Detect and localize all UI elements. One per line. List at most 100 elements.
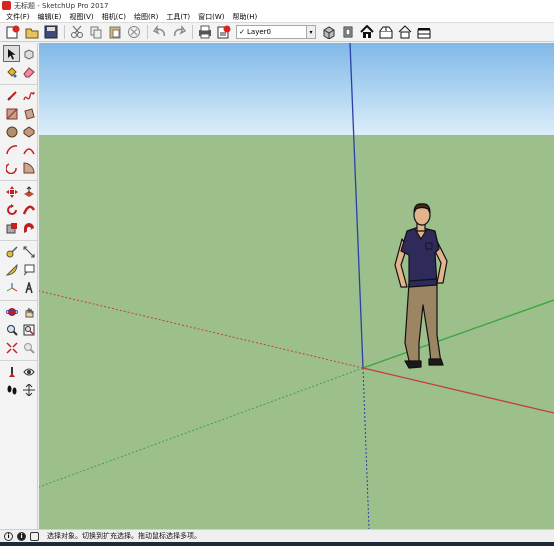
move-tool-button[interactable]: [3, 183, 20, 200]
menu-window[interactable]: 窗口(W): [194, 12, 228, 22]
scale-icon: [6, 222, 17, 233]
menu-tools[interactable]: 工具(T): [162, 12, 194, 22]
push-pull-button[interactable]: [20, 183, 37, 200]
rotated-rectangle-button[interactable]: [20, 105, 37, 122]
menu-help[interactable]: 帮助(H): [228, 12, 261, 22]
menu-edit[interactable]: 编辑(E): [34, 12, 66, 22]
ground-plane: [39, 135, 554, 529]
top-view-button[interactable]: [339, 24, 357, 41]
layer-name: Layer0: [247, 28, 271, 36]
two-point-arc-button[interactable]: [20, 141, 37, 158]
paste-button[interactable]: [106, 24, 124, 41]
orbit-tool-button[interactable]: [3, 303, 20, 320]
menu-camera[interactable]: 相机(C): [98, 12, 130, 22]
three-point-arc-button[interactable]: [3, 159, 20, 176]
eye-icon: [22, 368, 35, 375]
help-icon[interactable]: [30, 531, 39, 541]
folder-icon: [25, 28, 39, 39]
3d-text-icon: [24, 281, 33, 293]
arc-icon: [5, 144, 17, 154]
model-viewport[interactable]: [39, 43, 554, 529]
house-left-icon: [417, 28, 431, 39]
save-button[interactable]: [42, 24, 60, 41]
axes-tool-button[interactable]: [3, 279, 20, 296]
look-around-button[interactable]: [20, 363, 37, 380]
arc-tool-button[interactable]: [3, 141, 20, 158]
layer-dropdown[interactable]: ✓ Layer0 ▾: [236, 25, 316, 39]
back-view-button[interactable]: [396, 24, 414, 41]
scale-tool-button[interactable]: [3, 219, 20, 236]
info-icon[interactable]: i: [4, 531, 13, 541]
3d-text-button[interactable]: [20, 279, 37, 296]
three-point-arc-icon: [5, 162, 17, 174]
title-bar: 无标题 - SketchUp Pro 2017: [0, 0, 554, 11]
model-info-icon: [217, 25, 231, 39]
left-toolbar: [0, 43, 38, 529]
dimension-tool-button[interactable]: [20, 243, 37, 260]
rotated-rectangle-icon: [23, 107, 35, 120]
rotate-tool-button[interactable]: [3, 201, 20, 218]
position-camera-button[interactable]: [3, 363, 20, 380]
paste-icon: [109, 26, 121, 39]
status-bar: i i 选择对象。切换到扩充选择。拖动鼠标选择多项。: [0, 529, 554, 542]
save-icon: [44, 25, 58, 39]
print-button[interactable]: [196, 24, 214, 41]
main-toolbar: ✓ Layer0 ▾: [0, 22, 554, 42]
offset-icon: [23, 222, 34, 233]
select-tool-button[interactable]: [3, 45, 20, 62]
scene-canvas: [39, 43, 554, 529]
delete-icon: [128, 26, 140, 38]
zoom-window-button[interactable]: [20, 321, 37, 338]
open-button[interactable]: [23, 24, 41, 41]
erase-button[interactable]: [125, 24, 143, 41]
text-label-icon: [23, 264, 34, 275]
sky: [39, 43, 554, 135]
freehand-icon: [22, 91, 35, 100]
rectangle-tool-button[interactable]: [3, 105, 20, 122]
zoom-extents-button[interactable]: [3, 339, 20, 356]
follow-me-button[interactable]: [20, 201, 37, 218]
model-info-button[interactable]: [215, 24, 233, 41]
redo-button[interactable]: [170, 24, 188, 41]
previous-view-icon: [23, 342, 35, 354]
house-back-icon: [398, 25, 412, 39]
menu-view[interactable]: 视图(V): [65, 12, 97, 22]
section-plane-button[interactable]: [20, 381, 37, 398]
cut-button[interactable]: [68, 24, 86, 41]
window-title: 无标题 - SketchUp Pro 2017: [14, 1, 109, 10]
left-view-button[interactable]: [415, 24, 433, 41]
make-component-button[interactable]: [20, 45, 37, 62]
offset-tool-button[interactable]: [20, 219, 37, 236]
layer-visible-check: ✓: [239, 28, 245, 36]
pie-tool-button[interactable]: [20, 159, 37, 176]
sketchup-window: 无标题 - SketchUp Pro 2017 文件(F) 编辑(E) 视图(V…: [0, 0, 554, 546]
eraser-button[interactable]: [20, 63, 37, 80]
undo-button[interactable]: [151, 24, 169, 41]
circle-tool-button[interactable]: [3, 123, 20, 140]
copy-button[interactable]: [87, 24, 105, 41]
tape-measure-icon: [6, 245, 18, 257]
pan-tool-button[interactable]: [20, 303, 37, 320]
tape-measure-button[interactable]: [3, 243, 20, 260]
house-front-icon: [360, 25, 374, 38]
front-view-button[interactable]: [358, 24, 376, 41]
polygon-tool-button[interactable]: [20, 123, 37, 140]
new-model-button[interactable]: [4, 24, 22, 41]
user-info-icon[interactable]: i: [17, 531, 26, 541]
iso-view-button[interactable]: [320, 24, 338, 41]
dimension-icon: [23, 246, 34, 257]
freehand-tool-button[interactable]: [20, 87, 37, 104]
paint-bucket-button[interactable]: [3, 63, 20, 80]
previous-view-button[interactable]: [20, 339, 37, 356]
menu-file[interactable]: 文件(F): [2, 12, 34, 22]
walk-tool-button[interactable]: [3, 381, 20, 398]
zoom-tool-button[interactable]: [3, 321, 20, 338]
zoom-extents-icon: [5, 341, 18, 354]
line-tool-button[interactable]: [3, 87, 20, 104]
polygon-icon: [23, 125, 34, 138]
right-view-button[interactable]: [377, 24, 395, 41]
menu-draw[interactable]: 绘图(R): [130, 12, 162, 22]
protractor-button[interactable]: [3, 261, 20, 278]
position-camera-icon: [8, 366, 15, 377]
text-tool-button[interactable]: [20, 261, 37, 278]
